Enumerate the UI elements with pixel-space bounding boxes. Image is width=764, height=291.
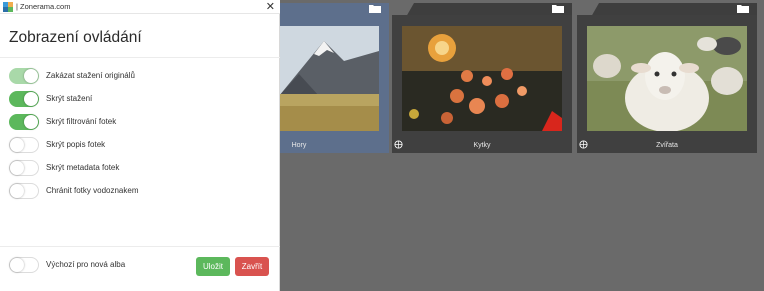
album-caption: Zvířata bbox=[656, 142, 678, 149]
option-default-for-new-albums: Výchozí pro nová alba bbox=[9, 257, 271, 273]
toggle-knob bbox=[24, 92, 38, 106]
toggle-switch[interactable] bbox=[9, 183, 39, 199]
album-caption: Kytky bbox=[473, 142, 491, 149]
close-icon[interactable]: ✕ bbox=[266, 0, 275, 14]
option-hide-photo-metadata: Skrýt metadata fotek bbox=[9, 160, 271, 176]
folder-icon bbox=[737, 5, 749, 13]
album-card-zvirata[interactable]: Zvířata bbox=[577, 3, 757, 153]
album-body: Zvířata bbox=[577, 15, 757, 153]
window-titlebar: | Zonerama.com ✕ bbox=[0, 0, 280, 14]
folder-icon bbox=[369, 5, 381, 13]
option-label: Výchozí pro nová alba bbox=[46, 260, 126, 269]
toggle-knob bbox=[10, 258, 24, 272]
album-photo-flowers[interactable] bbox=[402, 26, 562, 131]
option-hide-download: Skrýt stažení bbox=[9, 91, 271, 107]
toggle-switch[interactable] bbox=[9, 114, 39, 130]
option-hide-photo-filter: Skrýt filtrování fotek bbox=[9, 114, 271, 130]
toggle-knob bbox=[24, 115, 38, 129]
divider bbox=[0, 57, 280, 58]
option-label: Skrýt filtrování fotek bbox=[46, 117, 117, 126]
option-label: Skrýt stažení bbox=[46, 94, 93, 103]
close-button[interactable]: Zavřít bbox=[235, 257, 269, 276]
toggle-switch[interactable] bbox=[9, 257, 39, 273]
option-disable-original-download: Zakázat stažení originálů bbox=[9, 68, 271, 84]
zonerama-logo-icon bbox=[3, 2, 13, 12]
album-card-kytky[interactable]: Kytky bbox=[392, 3, 572, 153]
folder-icon bbox=[552, 5, 564, 13]
toggle-switch[interactable] bbox=[9, 91, 39, 107]
album-photo-sheep[interactable] bbox=[587, 26, 747, 131]
option-label: Skrýt metadata fotek bbox=[46, 163, 120, 172]
toggle-switch[interactable] bbox=[9, 160, 39, 176]
option-hide-photo-description: Skrýt popis fotek bbox=[9, 137, 271, 153]
album-body: Kytky bbox=[392, 15, 572, 153]
panel-title: Zobrazení ovládání bbox=[9, 29, 142, 46]
toggle-knob bbox=[24, 69, 38, 83]
toggle-knob bbox=[10, 184, 24, 198]
toggle-knob bbox=[10, 161, 24, 175]
option-label: Chránit fotky vodoznakem bbox=[46, 186, 139, 195]
option-label: Skrýt popis fotek bbox=[46, 140, 106, 149]
save-button[interactable]: Uložit bbox=[196, 257, 230, 276]
divider bbox=[0, 246, 280, 247]
option-label: Zakázat stažení originálů bbox=[46, 71, 135, 80]
option-watermark: Chránit fotky vodoznakem bbox=[9, 183, 271, 199]
display-settings-panel: | Zonerama.com ✕ Zobrazení ovládání Zaká… bbox=[0, 0, 280, 291]
toggle-switch[interactable] bbox=[9, 137, 39, 153]
toggle-switch[interactable] bbox=[9, 68, 39, 84]
toggle-knob bbox=[10, 138, 24, 152]
window-title: | Zonerama.com bbox=[16, 2, 71, 11]
